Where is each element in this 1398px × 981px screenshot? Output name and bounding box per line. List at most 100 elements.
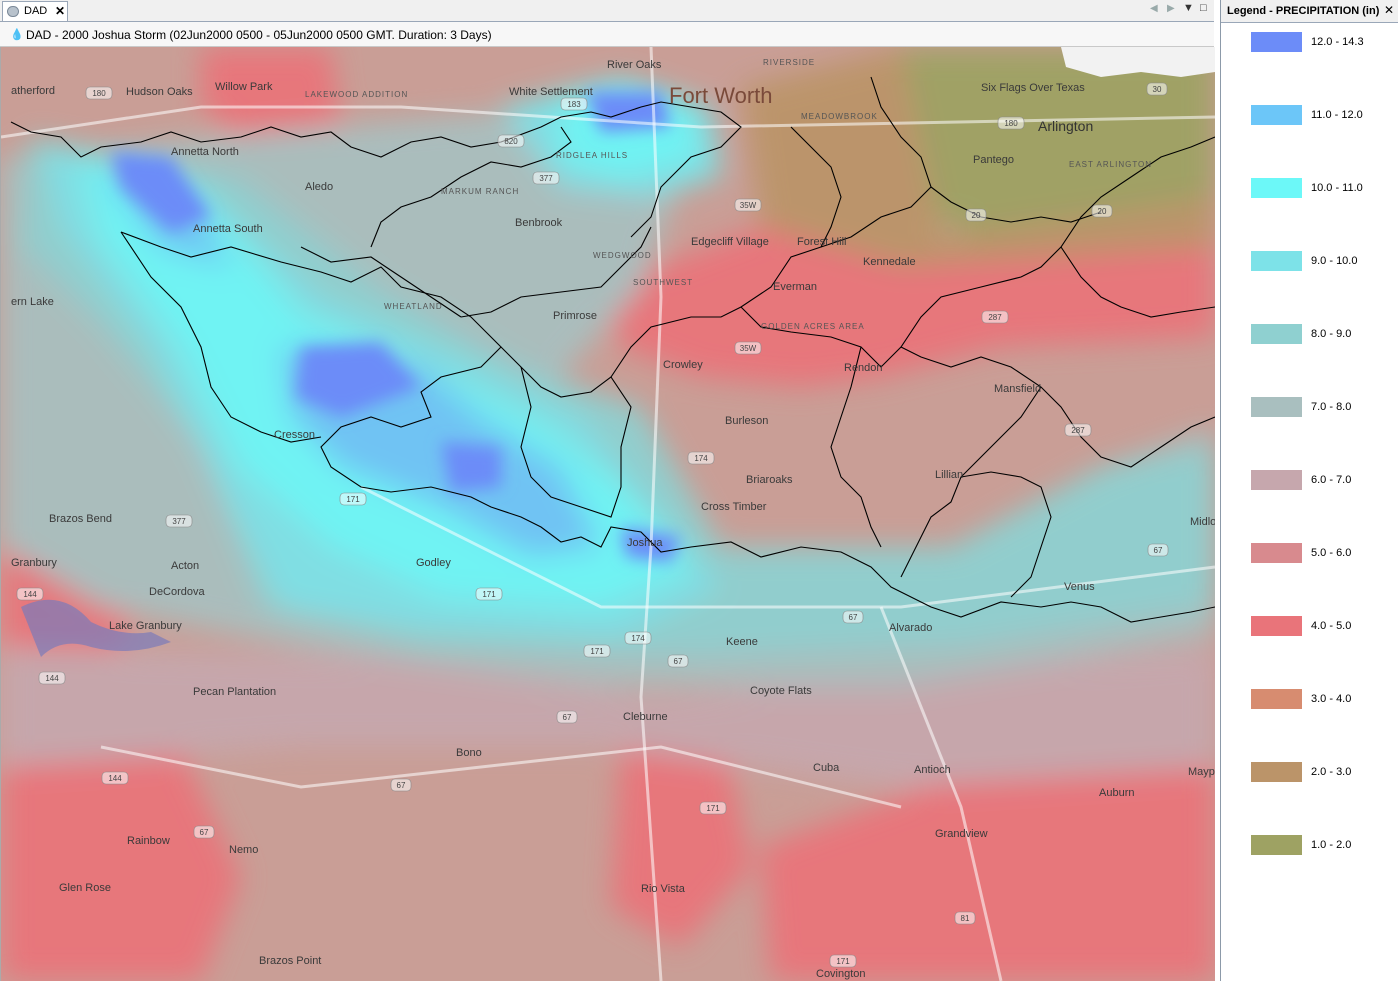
place-label: Briaroaks — [746, 474, 793, 486]
highway-shield: 30 — [1146, 82, 1168, 96]
map-canvas[interactable]: Fort Worth Arlington Six Flags Over Texas P… — [1, 47, 1215, 981]
highway-shield: 171 — [699, 801, 727, 815]
legend-item: 2.0 - 3.0 — [1251, 762, 1391, 784]
legend-label: 4.0 - 5.0 — [1311, 620, 1352, 632]
tab-close-icon[interactable]: ✕ — [55, 4, 65, 18]
highway-shield: 174 — [687, 451, 715, 465]
legend-item: 1.0 - 2.0 — [1251, 835, 1391, 857]
legend-label: 11.0 - 12.0 — [1311, 109, 1363, 121]
band-12-14-c — [441, 442, 501, 492]
legend-label: 6.0 - 7.0 — [1311, 474, 1352, 486]
highway-shield: 81 — [954, 911, 976, 925]
legend-swatch — [1251, 397, 1302, 417]
highway-shield: 174 — [624, 631, 652, 645]
maximize-icon[interactable]: □ — [1200, 2, 1207, 14]
forward-arrow-icon[interactable]: ▶ — [1167, 3, 1175, 14]
svg-text:35W: 35W — [740, 344, 757, 353]
svg-text:67: 67 — [1154, 546, 1163, 555]
highway-shield: 67 — [193, 825, 215, 839]
place-label: Hudson Oaks — [126, 86, 193, 98]
svg-text:174: 174 — [631, 634, 645, 643]
svg-text:171: 171 — [706, 804, 720, 813]
place-label: Benbrook — [515, 217, 563, 229]
highway-shield: 287 — [981, 310, 1009, 324]
place-label: Keene — [726, 636, 758, 648]
highway-shield: 377 — [165, 514, 193, 528]
place-label: Acton — [171, 560, 199, 572]
highway-shield: 171 — [475, 587, 503, 601]
place-label: EAST ARLINGTON — [1069, 160, 1152, 169]
view-menu-icon[interactable]: ▼ — [1183, 2, 1194, 14]
legend-swatch — [1251, 324, 1302, 344]
place-label: ern Lake — [11, 296, 54, 308]
place-label: Auburn — [1099, 787, 1134, 799]
place-label: Mayp — [1188, 766, 1215, 778]
place-label: Pantego — [973, 154, 1014, 166]
highway-shield: 144 — [101, 771, 129, 785]
precipitation-map[interactable]: Fort Worth Arlington Six Flags Over Texas P… — [0, 47, 1215, 981]
place-label: Midlo — [1190, 516, 1215, 528]
place-label: Pecan Plantation — [193, 686, 276, 698]
svg-text:67: 67 — [849, 613, 858, 622]
place-label: WHEATLAND — [384, 302, 443, 311]
legend-label: 2.0 - 3.0 — [1311, 766, 1352, 778]
place-label: Cleburne — [623, 711, 668, 723]
place-label: Lillian — [935, 469, 963, 481]
highway-shield: 67 — [1147, 543, 1169, 557]
highway-shield: 820 — [497, 134, 525, 148]
place-label: Annetta South — [193, 223, 263, 235]
place-label: Granbury — [11, 557, 57, 569]
highway-shield: 144 — [16, 587, 44, 601]
place-label: MEADOWBROOK — [801, 112, 878, 121]
place-label: Cross Timber — [701, 501, 767, 513]
svg-text:144: 144 — [23, 590, 37, 599]
place-label: RIDGLEA HILLS — [556, 151, 628, 160]
highway-shield: 67 — [842, 610, 864, 624]
band-12-14-fw — [586, 92, 671, 132]
place-label: Arlington — [1038, 118, 1093, 134]
place-label: Glen Rose — [59, 882, 111, 894]
legend-item: 8.0 - 9.0 — [1251, 324, 1391, 346]
place-label: Venus — [1064, 581, 1095, 593]
svg-text:144: 144 — [45, 674, 59, 683]
precipitation-drop-icon: 💧 — [10, 29, 24, 41]
legend-swatch — [1251, 835, 1302, 855]
back-arrow-icon[interactable]: ◀ — [1150, 3, 1158, 14]
legend-label: 1.0 - 2.0 — [1311, 839, 1352, 851]
legend-label: 12.0 - 14.3 — [1311, 36, 1364, 48]
svg-text:30: 30 — [1153, 85, 1162, 94]
highway-shield: 171 — [339, 492, 367, 506]
legend-item: 9.0 - 10.0 — [1251, 251, 1391, 273]
place-label: Edgecliff Village — [691, 236, 769, 248]
highway-shield: 171 — [829, 954, 857, 968]
place-label: RIVERSIDE — [763, 58, 815, 67]
legend-swatch — [1251, 543, 1302, 563]
svg-text:183: 183 — [567, 100, 581, 109]
place-label: Mansfield — [994, 383, 1041, 395]
svg-text:67: 67 — [397, 781, 406, 790]
place-label: Brazos Bend — [49, 513, 112, 525]
legend-swatch — [1251, 616, 1302, 636]
legend-item: 11.0 - 12.0 — [1251, 105, 1391, 127]
place-label: Rendon — [844, 362, 883, 374]
legend-close-icon[interactable]: ✕ — [1384, 3, 1394, 17]
legend-label: 7.0 - 8.0 — [1311, 401, 1352, 413]
legend-label: 9.0 - 10.0 — [1311, 255, 1358, 267]
place-label: Six Flags Over Texas — [981, 82, 1085, 94]
tab-dad[interactable]: DAD ✕ — [2, 1, 68, 21]
svg-text:171: 171 — [346, 495, 360, 504]
place-label: Coyote Flats — [750, 685, 812, 697]
place-label: Annetta North — [171, 146, 239, 158]
svg-text:20: 20 — [1098, 207, 1107, 216]
legend-item: 10.0 - 11.0 — [1251, 178, 1391, 200]
legend-item: 12.0 - 14.3 — [1251, 32, 1391, 54]
editor-tab-bar: DAD ✕ ◀ ▶ ▼ □ — [0, 0, 1214, 22]
svg-text:35W: 35W — [740, 201, 757, 210]
map-tab-icon — [7, 6, 19, 17]
legend-item: 6.0 - 7.0 — [1251, 470, 1391, 492]
place-label: Lake Granbury — [109, 620, 182, 632]
highway-shield: 35W — [734, 198, 762, 212]
highway-shield: 20 — [1091, 204, 1113, 218]
svg-text:144: 144 — [108, 774, 122, 783]
highway-shield: 20 — [965, 208, 987, 222]
